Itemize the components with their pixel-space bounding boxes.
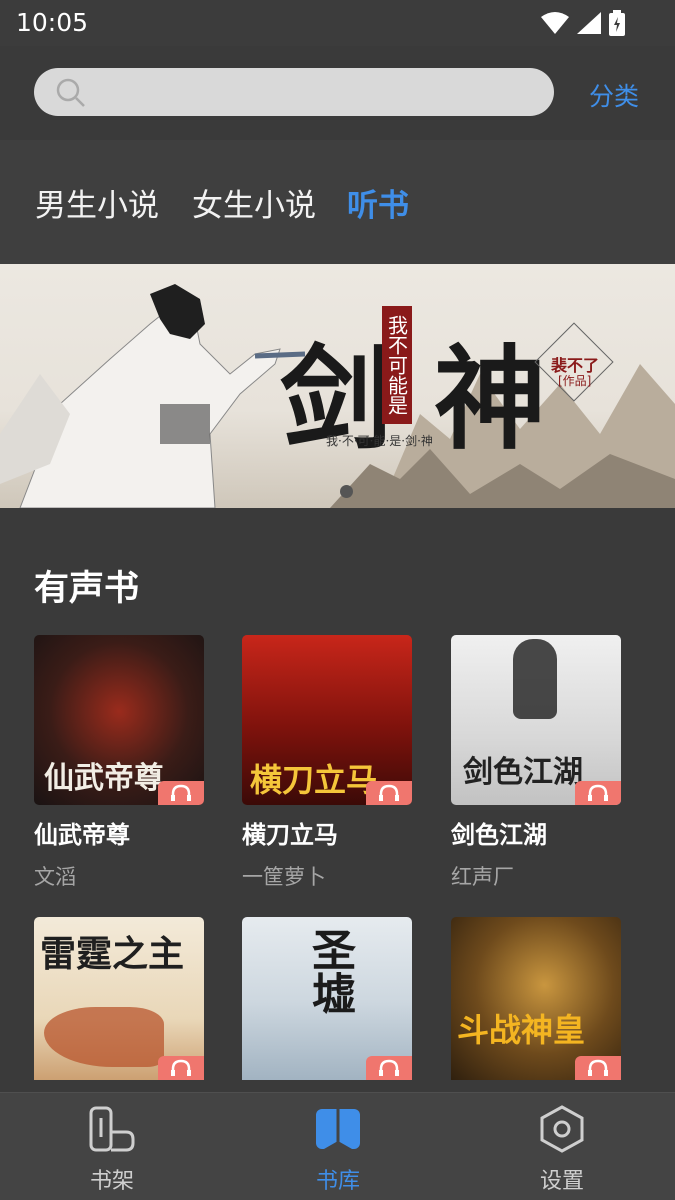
headphones-icon: [588, 1059, 608, 1076]
book-author: 红声厂: [451, 865, 514, 889]
category-link[interactable]: 分类: [589, 77, 639, 113]
nav-bookshelf[interactable]: 书架: [52, 1105, 172, 1195]
search-bar[interactable]: [34, 68, 554, 116]
cover-text: 斗战神皇: [457, 1011, 586, 1049]
book-card[interactable]: 雷霆之主: [34, 917, 204, 1080]
headphones-icon: [171, 784, 191, 801]
cover-text: 圣墟: [304, 927, 355, 1015]
cover-text: 剑色江湖: [463, 755, 583, 790]
book-cover: 圣墟: [242, 917, 412, 1080]
book-card[interactable]: 剑色江湖 剑色江湖 红声厂: [451, 635, 621, 889]
audio-badge: [575, 781, 621, 805]
book-card[interactable]: 圣墟: [242, 917, 412, 1080]
status-bar: 10:05: [0, 0, 675, 46]
audio-badge: [575, 1056, 621, 1080]
nav-settings[interactable]: 设置: [502, 1105, 622, 1195]
book-title: 横刀立马: [242, 821, 338, 849]
banner-tagline: 我·不·可·能·是·剑·神: [326, 434, 433, 448]
book-author: 文滔: [34, 865, 76, 889]
tab-female-novels[interactable]: 女生小说: [192, 180, 316, 225]
book-card[interactable]: 仙武帝尊 仙武帝尊 文滔: [34, 635, 204, 889]
headphones-icon: [379, 1059, 399, 1076]
headphones-icon: [171, 1059, 191, 1076]
promo-banner[interactable]: 剑神 我不可能是 我·不·可·能·是·剑·神 裴不了 [作品]: [0, 264, 675, 508]
category-tabs: 男生小说 女生小说 听书: [0, 140, 675, 264]
banner-subtitle: 我不可能是: [384, 315, 409, 415]
nav-label: 设置: [539, 1169, 584, 1194]
battery-icon: [609, 10, 625, 36]
settings-icon: [540, 1105, 584, 1153]
bottom-nav: 书架 书库 设置: [0, 1092, 675, 1200]
signal-icon: [577, 12, 601, 34]
search-icon: [56, 78, 85, 107]
cover-text: 仙武帝尊: [44, 761, 164, 796]
audio-badge: [158, 781, 204, 805]
section-title: 有声书: [34, 569, 140, 609]
book-cover: 雷霆之主: [34, 917, 204, 1080]
author-badge-sub: [作品]: [558, 374, 592, 388]
audio-badge: [366, 781, 412, 805]
headphones-icon: [379, 784, 399, 801]
cover-dragon: [44, 1007, 164, 1067]
book-cover: 剑色江湖: [451, 635, 621, 805]
wifi-icon: [541, 12, 569, 34]
book-author: 一筐萝卜: [242, 865, 326, 889]
book-title: 剑色江湖: [451, 821, 547, 849]
book-card[interactable]: 横刀立马 横刀立马 一筐萝卜: [242, 635, 412, 889]
cover-text: 雷霆之主: [40, 933, 185, 975]
status-icons: [541, 10, 625, 36]
banner-page-indicator: [340, 485, 353, 498]
banner-subtitle-seal: 我不可能是: [382, 306, 412, 424]
headphones-icon: [588, 784, 608, 801]
book-cover: 仙武帝尊: [34, 635, 204, 805]
book-card[interactable]: 斗战神皇: [451, 917, 621, 1080]
status-time: 10:05: [16, 8, 89, 37]
tab-audiobooks[interactable]: 听书: [347, 180, 409, 225]
book-cover: 斗战神皇: [451, 917, 621, 1080]
nav-library[interactable]: 书库: [278, 1105, 398, 1195]
audio-badge: [366, 1056, 412, 1080]
cover-text: 横刀立马: [250, 761, 379, 799]
nav-label: 书架: [89, 1169, 134, 1194]
audio-badge: [158, 1056, 204, 1080]
tab-male-novels[interactable]: 男生小说: [35, 180, 159, 225]
book-cover: 横刀立马: [242, 635, 412, 805]
bookshelf-icon: [89, 1106, 135, 1152]
nav-label: 书库: [315, 1169, 360, 1194]
cover-figure: [513, 639, 557, 719]
library-icon: [316, 1109, 360, 1149]
book-title: 仙武帝尊: [34, 821, 130, 849]
